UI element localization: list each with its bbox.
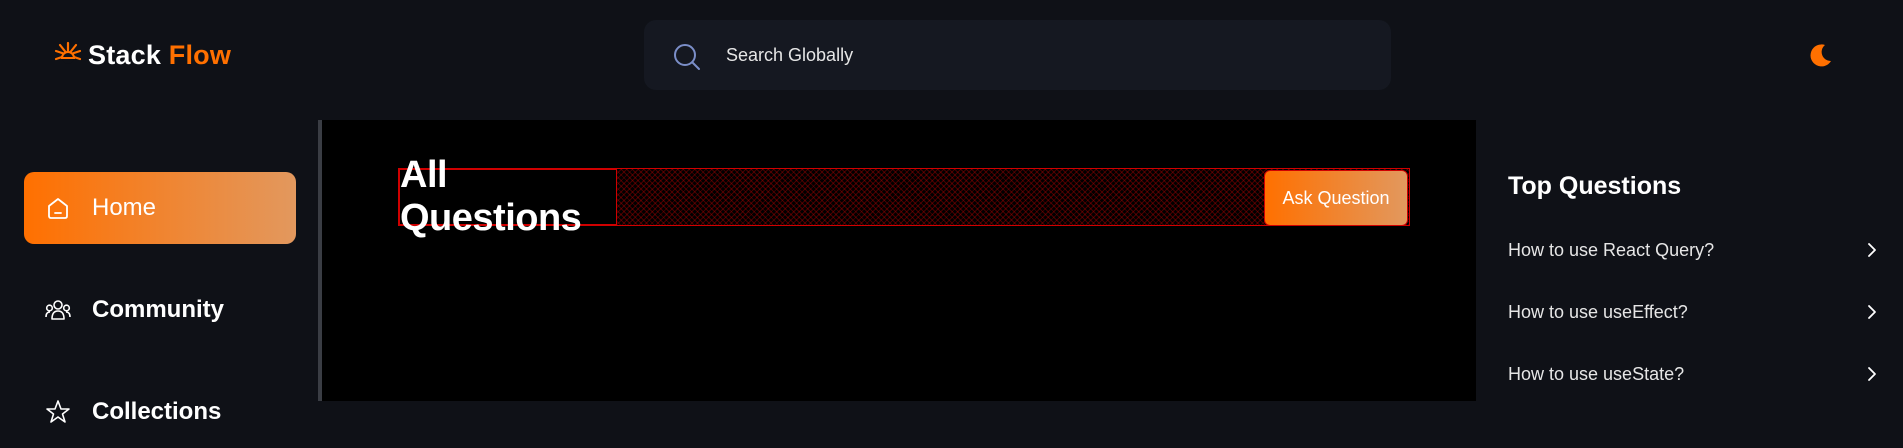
page-header: All Questions Ask Question [398,154,1410,239]
brand-name-part2: Flow [168,39,232,70]
sidebar-item-label: Community [92,296,224,323]
chevron-right-icon [1868,305,1876,319]
sunburst-logo-icon [54,41,82,64]
home-icon [48,198,68,219]
sidebar-item-community[interactable]: Community [24,274,296,346]
top-questions-title: Top Questions [1508,172,1682,200]
top-question-text: How to use React Query? [1508,239,1715,260]
top-question-text: How to use useEffect? [1508,301,1688,322]
sidebar-item-home[interactable]: Home [24,172,296,244]
top-navbar: Stack Flow [0,0,1903,120]
chevron-right-icon [1868,243,1876,257]
moon-icon[interactable] [1806,42,1834,70]
search-icon [674,44,700,70]
sidebar-item-label: Collections [92,398,222,425]
ask-question-button[interactable]: Ask Question [1264,170,1408,226]
users-icon [45,300,71,320]
brand-logo[interactable]: Stack Flow [52,38,231,72]
top-question-item[interactable]: How to use React Query? [1508,235,1880,265]
search-input[interactable] [724,38,1344,72]
brand-name-part1: Stack [88,39,162,70]
page-title: All Questions [400,154,582,239]
top-question-text: How to use useState? [1508,363,1685,384]
main-content: All Questions Ask Question [322,120,1476,401]
brand-name: Stack Flow [88,40,231,71]
right-sidebar: Top Questions How to use React Query? Ho… [1476,120,1903,401]
top-question-item[interactable]: How to use useEffect? [1508,297,1880,327]
page-title-container: All Questions [399,154,617,239]
top-question-item[interactable]: How to use useState? [1508,359,1880,389]
left-sidebar: Home Community Collections [0,120,320,425]
sidebar-item-label: Home [92,194,157,221]
sidebar-item-collections[interactable]: Collections [24,376,296,448]
star-icon [46,400,70,423]
chevron-right-icon [1868,367,1876,381]
search-field-container [656,28,1368,82]
global-search [644,20,1391,90]
